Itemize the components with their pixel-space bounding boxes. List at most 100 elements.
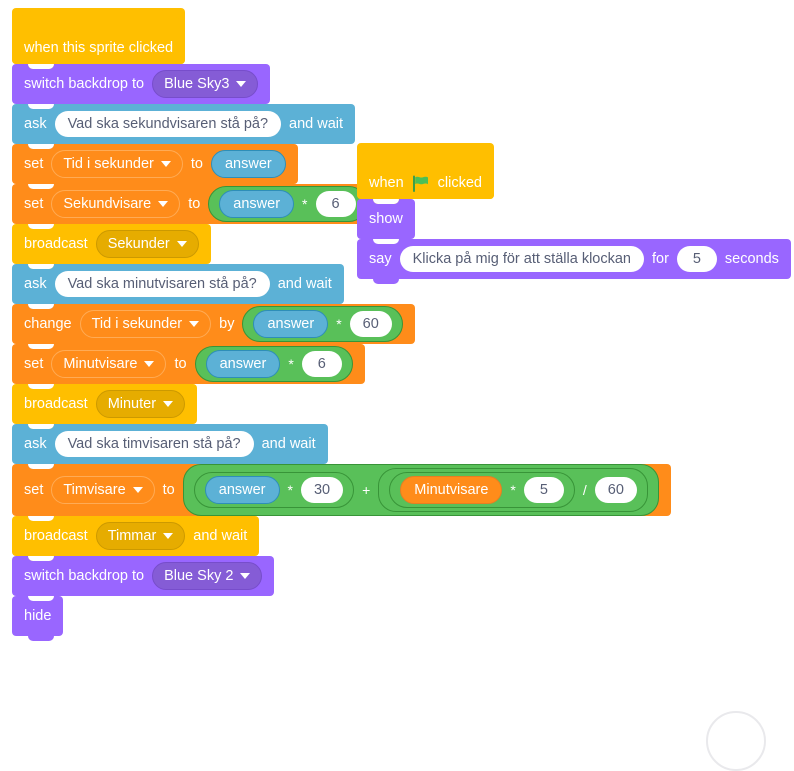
variable-dropdown-sekundvisare[interactable]: Sekundvisare [51,190,181,218]
sprite-clicked-script[interactable]: when this sprite clicked switch backdrop… [12,8,671,641]
when-flag-clicked-block[interactable]: when clicked [357,143,494,204]
zoom-control-arc[interactable] [706,711,766,771]
answer-reporter-3[interactable]: answer [253,310,329,338]
multiply-operand-6a[interactable]: 6 [315,191,356,217]
chevron-down-icon [160,161,171,167]
ask-question-input-hours[interactable]: Vad ska timvisaren stå på? [54,431,254,457]
ask-question-input-seconds[interactable]: Vad ska sekundvisaren stå på? [54,111,282,137]
hide-label: hide [24,608,52,624]
broadcast-sekunder-block[interactable]: broadcast Sekunder [12,224,211,269]
variable-dropdown-sekundvisare-value: Sekundvisare [63,196,152,212]
to-label-1: to [190,156,203,172]
chevron-down-icon [176,241,187,247]
message-dropdown-sekunder-value: Sekunder [107,236,170,252]
hat-body: when this sprite clicked [12,32,186,69]
chevron-down-icon [144,361,155,367]
message-dropdown-timmar[interactable]: Timmar [95,522,186,550]
message-dropdown-timmar-value: Timmar [107,528,157,544]
variable-dropdown-tid-change-value: Tid i sekunder [91,316,183,332]
variable-dropdown-minutvisare[interactable]: Minutvisare [51,350,167,378]
chevron-down-icon [189,321,200,327]
variable-dropdown-timvisare[interactable]: Timvisare [51,476,155,504]
backdrop-dropdown-2-value: Blue Sky 2 [164,568,234,584]
ask-and-wait-block-minutes[interactable]: ask Vad ska minutvisaren stå på? and wai… [12,264,344,309]
ask-question-input-minutes[interactable]: Vad ska minutvisaren stå på? [54,271,270,297]
answer-reporter-2[interactable]: answer [219,190,295,218]
variable-dropdown-tid-change[interactable]: Tid i sekunder [79,310,212,338]
change-tid-i-sekunder-block[interactable]: change Tid i sekunder by answer * 60 [12,304,415,349]
answer-reporter-4[interactable]: answer [205,350,281,378]
variable-dropdown-timvisare-value: Timvisare [63,482,126,498]
say-for-seconds-block[interactable]: say Klicka på mig för att ställa klockan… [357,239,791,284]
set-tid-i-sekunder-block[interactable]: set Tid i sekunder to answer [12,144,298,189]
switch-backdrop-block-2[interactable]: switch backdrop to Blue Sky 2 [12,556,275,601]
chevron-down-icon [158,201,169,207]
answer-reporter-1[interactable]: answer [210,150,286,178]
switch-backdrop-block-1[interactable]: switch backdrop to Blue Sky3 [12,64,271,109]
multiply-operator-minutvisare[interactable]: answer * 6 [194,346,353,382]
variable-dropdown-minutvisare-value: Minutvisare [63,356,138,372]
show-label: show [369,211,403,227]
multiply-operand-60a[interactable]: 60 [349,311,392,337]
variable-dropdown-tid[interactable]: Tid i sekunder [51,150,183,178]
and-wait-label-1: and wait [289,116,344,132]
multiply-operator-answer-30[interactable]: answer * 30 [193,472,355,508]
multiply-operator-change-tid[interactable]: answer * 60 [242,306,403,342]
hide-block[interactable]: hide [12,596,64,641]
broadcast-minuter-block[interactable]: broadcast Minuter [12,384,198,429]
chevron-down-icon [163,401,174,407]
broadcast-label-2: broadcast [24,396,88,412]
chevron-down-icon [132,487,143,493]
and-wait-label-2: and wait [277,276,332,292]
by-label: by [219,316,235,332]
multiply-operand-5[interactable]: 5 [523,477,564,503]
scratch-block-canvas[interactable]: when this sprite clicked switch backdrop… [0,0,794,771]
divide-operand-60[interactable]: 60 [594,477,637,503]
green-flag-icon [412,175,430,192]
set-label-3: set [24,356,44,372]
multiply-operand-30[interactable]: 30 [300,477,344,503]
backdrop-dropdown-1[interactable]: Blue Sky3 [152,70,259,98]
backdrop-dropdown-2[interactable]: Blue Sky 2 [152,562,263,590]
backdrop-dropdown-1-value: Blue Sky3 [164,76,230,92]
divide-operator-timvisare[interactable]: Minutvisare * 5 / 60 [378,468,648,512]
message-dropdown-minuter[interactable]: Minuter [95,390,186,418]
broadcast-label-3: broadcast [24,528,88,544]
to-label-2: to [188,196,201,212]
multiply-operand-6b[interactable]: 6 [301,351,342,377]
broadcast-timmar-and-wait-block[interactable]: broadcast Timmar and wait [12,516,260,561]
ask-label-2: ask [24,276,47,292]
chevron-down-icon [163,533,174,539]
set-minutvisare-block[interactable]: set Minutvisare to answer * 6 [12,344,365,389]
set-timvisare-block[interactable]: set Timvisare to answer * 30 + Minutvisa… [12,464,671,521]
say-label: say [369,251,392,267]
hat-dome [12,8,186,32]
say-seconds-input[interactable]: 5 [676,246,717,272]
for-label: for [651,251,669,267]
ask-label-1: ask [24,116,47,132]
set-label-1: set [24,156,44,172]
and-wait-label-3: and wait [261,436,316,452]
ask-and-wait-block-hours[interactable]: ask Vad ska timvisaren stå på? and wait [12,424,328,469]
to-label-3: to [174,356,187,372]
add-operator-timvisare[interactable]: answer * 30 + Minutvisare * 5 / 60 [182,464,659,516]
answer-reporter-5[interactable]: answer [204,476,280,504]
ask-and-wait-block-seconds[interactable]: ask Vad ska sekundvisaren stå på? and wa… [12,104,356,149]
minutvisare-variable-reporter[interactable]: Minutvisare [400,476,503,504]
divide-symbol: / [582,482,587,498]
chevron-down-icon [236,81,247,87]
flag-clicked-script[interactable]: when clicked show say Klicka på mig för … [357,143,791,284]
set-sekundvisare-block[interactable]: set Sekundvisare to answer * 6 [12,184,379,229]
show-block[interactable]: show [357,199,415,244]
variable-dropdown-tid-value: Tid i sekunder [63,156,154,172]
say-text-input[interactable]: Klicka på mig för att ställa klockan [399,246,644,272]
message-dropdown-sekunder[interactable]: Sekunder [95,230,199,258]
multiply-operator-minutvisare-5[interactable]: Minutvisare * 5 [389,472,575,508]
broadcast-label-1: broadcast [24,236,88,252]
switch-backdrop-label: switch backdrop to [24,76,145,92]
seconds-label: seconds [724,251,779,267]
multiply-operator-sekundvisare[interactable]: answer * 6 [208,186,367,222]
when-this-sprite-clicked-block[interactable]: when this sprite clicked [12,8,186,69]
to-label-4: to [162,482,175,498]
multiply-symbol-3: * [288,356,294,372]
